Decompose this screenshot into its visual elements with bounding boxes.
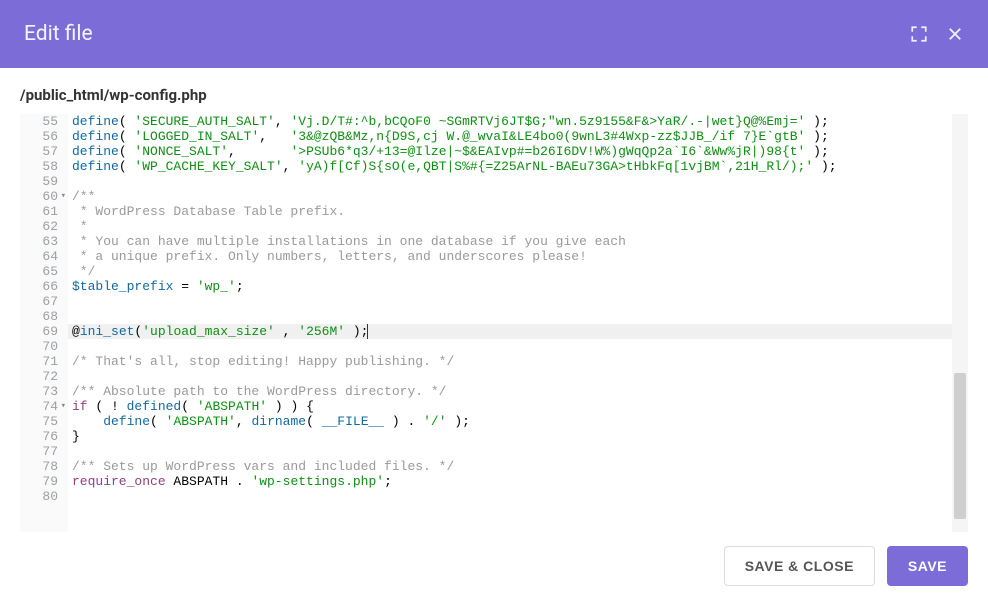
line-number: 70 — [26, 339, 58, 354]
line-number: 66 — [26, 279, 58, 294]
code-line[interactable]: /* That's all, stop editing! Happy publi… — [68, 354, 968, 369]
code-line[interactable]: $table_prefix = 'wp_'; — [68, 279, 968, 294]
code-line[interactable]: */ — [68, 264, 968, 279]
scrollbar-thumb[interactable] — [954, 373, 966, 519]
code-line[interactable] — [68, 369, 968, 384]
close-icon[interactable] — [946, 25, 964, 43]
modal-title: Edit file — [24, 22, 93, 46]
line-number: 55 — [26, 114, 58, 129]
line-number: 68 — [26, 309, 58, 324]
modal-footer: SAVE & CLOSE SAVE — [0, 532, 988, 604]
code-line[interactable] — [68, 339, 968, 354]
line-number: 71 — [26, 354, 58, 369]
code-line[interactable] — [68, 444, 968, 459]
line-number: 58 — [26, 159, 58, 174]
save-close-button[interactable]: SAVE & CLOSE — [724, 546, 875, 586]
code-line[interactable]: @ini_set('upload_max_size' , '256M' ); — [68, 324, 968, 339]
fold-marker-icon[interactable]: ▾ — [61, 399, 66, 414]
code-line[interactable]: * You can have multiple installations in… — [68, 234, 968, 249]
code-line[interactable]: * WordPress Database Table prefix. — [68, 204, 968, 219]
line-number: 69 — [26, 324, 58, 339]
line-number: 62 — [26, 219, 58, 234]
line-number: 63 — [26, 234, 58, 249]
line-number: 56 — [26, 129, 58, 144]
line-number: 67 — [26, 294, 58, 309]
header-icon-group — [910, 25, 964, 43]
code-line[interactable]: define( 'SECURE_AUTH_SALT', 'Vj.D/T#:^b,… — [68, 114, 968, 129]
line-number-gutter: 555657585960▾616263646566676869707172737… — [20, 114, 68, 532]
fullscreen-icon[interactable] — [910, 25, 928, 43]
fold-marker-icon[interactable]: ▾ — [61, 189, 66, 204]
code-line[interactable]: define( 'LOGGED_IN_SALT', '3&@zQB&Mz,n{D… — [68, 129, 968, 144]
code-line[interactable]: /** Absolute path to the WordPress direc… — [68, 384, 968, 399]
code-line[interactable]: * a unique prefix. Only numbers, letters… — [68, 249, 968, 264]
line-number: 76 — [26, 429, 58, 444]
code-line[interactable] — [68, 174, 968, 189]
line-number: 73 — [26, 384, 58, 399]
editor-scrollbar[interactable] — [952, 114, 968, 532]
line-number: 75 — [26, 414, 58, 429]
code-line[interactable]: define( 'ABSPATH', dirname( __FILE__ ) .… — [68, 414, 968, 429]
line-number: 74▾ — [26, 399, 58, 414]
save-button[interactable]: SAVE — [887, 546, 968, 586]
line-number: 80 — [26, 489, 58, 504]
code-line[interactable]: define( 'WP_CACHE_KEY_SALT', 'yA)f[Cf)S{… — [68, 159, 968, 174]
code-line[interactable]: if ( ! defined( 'ABSPATH' ) ) { — [68, 399, 968, 414]
code-line[interactable]: * — [68, 219, 968, 234]
code-line[interactable]: /** Sets up WordPress vars and included … — [68, 459, 968, 474]
line-number: 77 — [26, 444, 58, 459]
code-line[interactable] — [68, 309, 968, 324]
line-number: 65 — [26, 264, 58, 279]
line-number: 61 — [26, 204, 58, 219]
line-number: 79 — [26, 474, 58, 489]
modal-header: Edit file — [0, 0, 988, 68]
code-line[interactable] — [68, 294, 968, 309]
code-line[interactable]: require_once ABSPATH . 'wp-settings.php'… — [68, 474, 968, 489]
code-editor[interactable]: 555657585960▾616263646566676869707172737… — [20, 114, 968, 532]
line-number: 72 — [26, 369, 58, 384]
code-line[interactable] — [68, 489, 968, 504]
line-number: 57 — [26, 144, 58, 159]
code-line[interactable]: } — [68, 429, 968, 444]
code-area[interactable]: define( 'SECURE_AUTH_SALT', 'Vj.D/T#:^b,… — [68, 114, 968, 532]
line-number: 78 — [26, 459, 58, 474]
line-number: 59 — [26, 174, 58, 189]
code-line[interactable]: /** — [68, 189, 968, 204]
code-line[interactable]: define( 'NONCE_SALT', '>PSUb6*q3/+13=@Il… — [68, 144, 968, 159]
line-number: 64 — [26, 249, 58, 264]
file-path: /public_html/wp-config.php — [0, 68, 988, 114]
line-number: 60▾ — [26, 189, 58, 204]
